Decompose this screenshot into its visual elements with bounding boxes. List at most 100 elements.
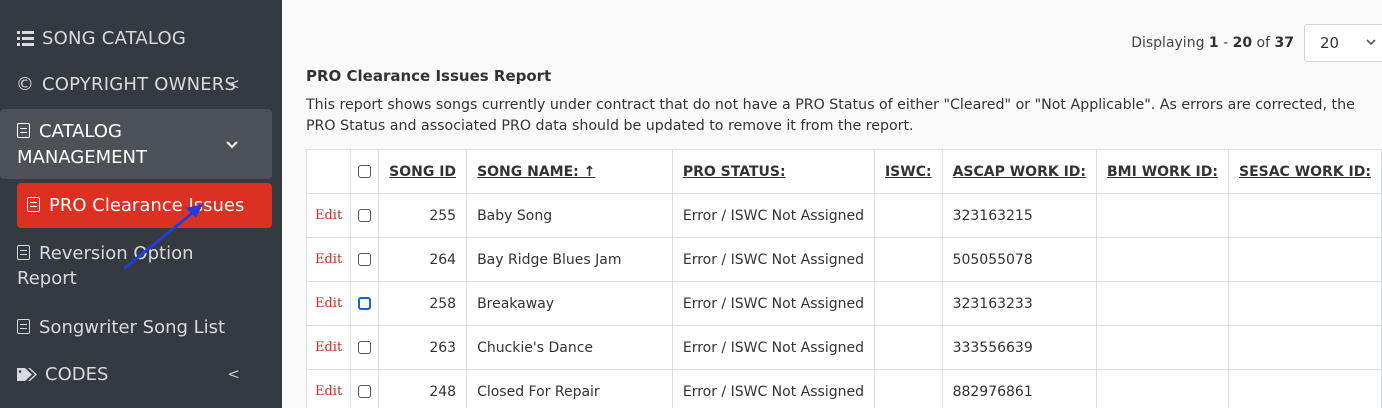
table-row: Edit 263 Chuckie's Dance Error / ISWC No… (305, 325, 1382, 370)
page-title: PRO Clearance Issues Report (306, 67, 552, 85)
sidebar-item-label: PRO Clearance Issues (49, 195, 245, 216)
header-edit (305, 149, 352, 194)
main-content: Displaying 1 - 20 of 37 20 PRO Clearance… (282, 0, 1382, 408)
row-select-cell (350, 193, 380, 238)
edit-link[interactable]: Edit (305, 325, 352, 370)
report-description: This report shows songs currently under … (306, 97, 1355, 134)
sesac-id-cell (1227, 369, 1382, 408)
song-id-cell: 248 (378, 369, 468, 408)
sidebar-item-label: SONG CATALOG (42, 27, 187, 49)
ascap-id-cell: 882976861 (941, 369, 1098, 408)
sidebar-item-pro-clearance-issues[interactable]: PRO Clearance Issues (17, 183, 272, 228)
pager-prefix: Displaying (1131, 35, 1209, 51)
song-id-cell: 258 (378, 281, 468, 326)
copyright-icon: © (15, 73, 35, 95)
pager-from: 1 (1208, 35, 1219, 51)
sesac-id-cell (1227, 281, 1382, 326)
sesac-id-cell (1227, 237, 1382, 282)
display-count: Displaying 1 - 20 of 37 (1131, 35, 1294, 51)
per-page-value: 20 (1320, 34, 1340, 52)
header-ascap-work-id[interactable]: ASCAP WORK ID: (941, 149, 1098, 194)
sidebar-item-copyright-owners[interactable]: © COPYRIGHT OWNERS < (0, 66, 282, 102)
row-select-cell (350, 281, 380, 326)
header-bmi-work-id[interactable]: BMI WORK ID: (1096, 149, 1229, 194)
iswc-cell (873, 237, 943, 282)
song-id-cell: 263 (378, 325, 468, 370)
row-checkbox[interactable] (358, 209, 372, 222)
bmi-id-cell (1096, 369, 1229, 408)
song-name-cell: Chuckie's Dance (466, 325, 673, 370)
pro-clearance-label-wrap: PRO Clearance Issues (27, 195, 244, 216)
sidebar-item-codes[interactable]: CODES < (0, 361, 282, 387)
ascap-id-cell: 323163233 (941, 281, 1098, 326)
chevron-left-icon: < (227, 365, 240, 383)
edit-link[interactable]: Edit (305, 193, 352, 238)
header-pro-status[interactable]: PRO STATUS: (671, 149, 875, 194)
pro-status-cell: Error / ISWC Not Assigned (671, 193, 875, 238)
sidebar-item-song-catalog[interactable]: SONG CATALOG (0, 20, 282, 56)
pager-to: 20 (1232, 35, 1253, 51)
pager-of: of (1252, 35, 1275, 51)
pro-status-cell: Error / ISWC Not Assigned (671, 325, 875, 370)
report-table: SONG ID SONG NAME: ↑ PRO STATUS: ISWC: A… (305, 149, 1382, 408)
song-id-cell: 264 (378, 237, 468, 282)
iswc-cell (873, 369, 943, 408)
table-row: Edit 258 Breakaway Error / ISWC Not Assi… (305, 281, 1382, 326)
iswc-cell (873, 325, 943, 370)
row-checkbox[interactable] (358, 341, 372, 354)
song-name-cell: Baby Song (466, 193, 673, 238)
song-name-cell: Closed For Repair (466, 369, 673, 408)
bmi-id-cell (1096, 237, 1229, 282)
header-sesac-work-id[interactable]: SESAC WORK ID: (1227, 149, 1382, 194)
bmi-id-cell (1096, 193, 1229, 238)
pager-total: 37 (1274, 35, 1294, 51)
pro-status-cell: Error / ISWC Not Assigned (671, 237, 875, 282)
row-checkbox[interactable] (358, 253, 372, 266)
row-checkbox[interactable] (358, 297, 372, 310)
sidebar-item-label: Reversion Option Report (17, 243, 194, 289)
edit-link[interactable]: Edit (305, 281, 352, 326)
sidebar-item-reversion-option-report[interactable]: Reversion Option Report (17, 241, 257, 291)
sesac-id-cell (1227, 325, 1382, 370)
chevron-down-icon (226, 137, 238, 153)
table-header-row: SONG ID SONG NAME: ↑ PRO STATUS: ISWC: A… (305, 149, 1382, 194)
sesac-id-cell (1227, 193, 1382, 238)
chevron-down-icon (1366, 35, 1376, 49)
header-select-all (350, 149, 380, 194)
document-icon (27, 197, 40, 212)
iswc-cell (873, 281, 943, 326)
header-song-name[interactable]: SONG NAME: ↑ (466, 149, 673, 194)
song-name-cell: Bay Ridge Blues Jam (466, 237, 673, 282)
select-all-checkbox[interactable] (358, 165, 372, 178)
row-select-cell (350, 237, 380, 282)
sidebar-item-catalog-management[interactable]: CATALOG MANAGEMENT (0, 109, 272, 179)
row-checkbox[interactable] (358, 385, 372, 398)
pagination-info: Displaying 1 - 20 of 37 20 (1131, 24, 1382, 62)
pro-status-cell: Error / ISWC Not Assigned (671, 281, 875, 326)
ascap-id-cell: 333556639 (941, 325, 1098, 370)
sidebar-item-label: COPYRIGHT OWNERS (42, 73, 237, 95)
edit-link[interactable]: Edit (305, 369, 352, 408)
iswc-cell (873, 193, 943, 238)
document-icon (17, 319, 30, 334)
song-name-cell: Breakaway (466, 281, 673, 326)
header-iswc[interactable]: ISWC: (873, 149, 943, 194)
pro-status-cell: Error / ISWC Not Assigned (671, 369, 875, 408)
table-row: Edit 248 Closed For Repair Error / ISWC … (305, 369, 1382, 408)
pager-dash: - (1218, 35, 1233, 51)
per-page-select[interactable]: 20 (1304, 24, 1382, 62)
sidebar: SONG CATALOG © COPYRIGHT OWNERS < CATALO… (0, 0, 282, 408)
sidebar-item-label: CODES (45, 363, 109, 385)
tag-icon (17, 367, 37, 382)
sidebar-item-label: CATALOG MANAGEMENT (17, 121, 147, 168)
catalog-management-label: CATALOG MANAGEMENT (17, 119, 207, 171)
sidebar-item-label: Songwriter Song List (39, 317, 226, 338)
bmi-id-cell (1096, 281, 1229, 326)
header-song-id[interactable]: SONG ID (378, 149, 468, 194)
document-icon (17, 123, 30, 138)
ascap-id-cell: 505055078 (941, 237, 1098, 282)
sidebar-item-songwriter-song-list[interactable]: Songwriter Song List (17, 315, 267, 340)
chevron-left-icon: < (227, 75, 240, 93)
song-id-cell: 255 (378, 193, 468, 238)
edit-link[interactable]: Edit (305, 237, 352, 282)
